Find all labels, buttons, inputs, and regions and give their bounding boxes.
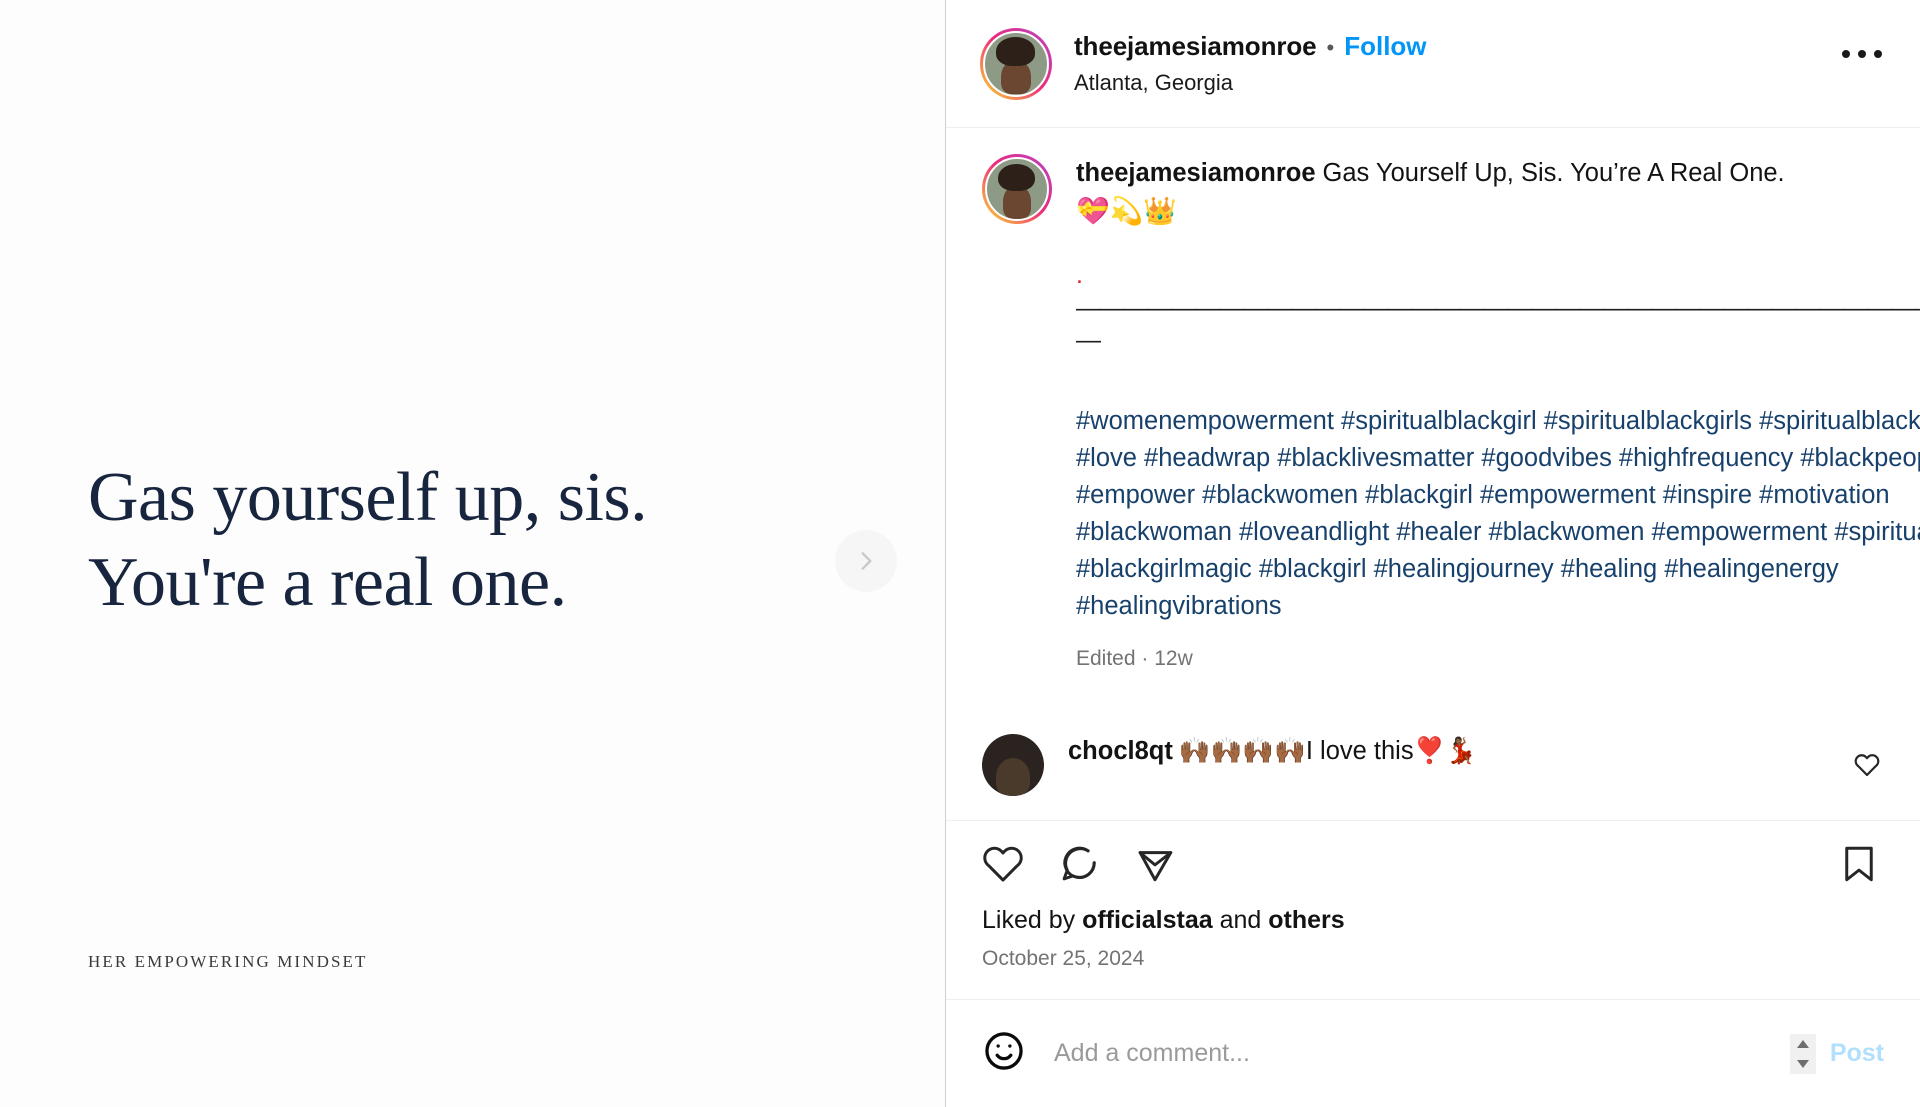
follow-button[interactable]: Follow [1344, 31, 1426, 62]
caption-row: theejamesiamonroe Gas Yourself Up, Sis. Y… [982, 154, 1920, 671]
comment-input[interactable] [1054, 1039, 1790, 1068]
divider-dash-tail: — [1076, 326, 1101, 355]
commenter-avatar[interactable] [982, 734, 1044, 796]
caption-author-avatar[interactable] [982, 154, 1052, 224]
header-text-block: theejamesiamonroe • Follow Atlanta, Geor… [1074, 31, 1427, 96]
caption-body: theejamesiamonroe Gas Yourself Up, Sis. Y… [1076, 154, 1920, 671]
liked-by-prefix: Liked by [982, 906, 1083, 934]
quote-line-1: Gas yourself up, sis. [88, 459, 648, 536]
comment-item: chocl8qt 🙌🏾🙌🏾🙌🏾🙌🏾I love this❣️💃🏾 [946, 706, 1920, 821]
more-options-button[interactable] [1842, 50, 1882, 58]
author-username[interactable]: theejamesiamonroe [1074, 31, 1317, 62]
ellipsis-icon-dot [1874, 50, 1882, 58]
quote-line-2: You're a real one. [88, 544, 567, 622]
liked-by-username[interactable]: officialstaa [1082, 906, 1213, 934]
post-actions-bar [946, 821, 1920, 900]
stepper-down-arrow[interactable] [1796, 1059, 1809, 1068]
like-button[interactable] [982, 843, 1024, 890]
caption-username[interactable]: theejamesiamonroe [1076, 159, 1316, 187]
caption-edited-meta: Edited · 12w [1076, 646, 1193, 670]
post-details-pane: theejamesiamonroe • Follow Atlanta, Geor… [946, 0, 1920, 1107]
instagram-post: Gas yourself up, sis. You're a real one.… [0, 0, 1920, 1107]
red-dot-marker: . [1076, 261, 1083, 290]
liked-by-middle: and [1212, 906, 1269, 934]
header-separator: • [1326, 35, 1335, 60]
post-location[interactable]: Atlanta, Georgia [1074, 70, 1427, 96]
share-button[interactable] [1134, 843, 1176, 890]
post-comment-button[interactable]: Post [1830, 1039, 1884, 1068]
heart-outline-icon [1854, 754, 1880, 782]
post-header: theejamesiamonroe • Follow Atlanta, Geor… [946, 0, 1920, 128]
comment-like-button[interactable] [1854, 752, 1880, 783]
avatar-image [985, 157, 1049, 221]
caption-hashtags[interactable]: #womenempowerment #spiritualblackgirl #s… [1076, 403, 1920, 625]
comment-text: chocl8qt 🙌🏾🙌🏾🙌🏾🙌🏾I love this❣️💃🏾 [1068, 734, 1884, 768]
liked-by-others[interactable]: others [1268, 906, 1344, 934]
stepper-up-arrow[interactable] [1796, 1039, 1809, 1048]
ellipsis-icon-dot [1842, 50, 1850, 58]
comment-button[interactable] [1058, 843, 1100, 890]
comment-message: 🙌🏾🙌🏾🙌🏾🙌🏾I love this❣️💃🏾 [1178, 737, 1478, 765]
caption-message: Gas Yourself Up, Sis. You’re A Real One. [1322, 159, 1785, 187]
caption-divider-dashes: .———————————————————————————————————————… [1076, 259, 1920, 357]
liked-by-text: Liked by officialstaa and others [982, 906, 1884, 935]
avatar-image [983, 30, 1049, 97]
caption-emojis: 💝💫👑 [1076, 196, 1177, 227]
divider-dash-run: ———————————————————————————————————————— [1076, 293, 1920, 322]
media-quote-graphic: Gas yourself up, sis. You're a real one. [88, 455, 878, 626]
commenter-username[interactable]: chocl8qt [1068, 737, 1173, 765]
chevron-right-icon [853, 548, 879, 574]
post-date: October 25, 2024 [982, 947, 1145, 970]
comment-composer: Post [946, 999, 1920, 1107]
next-slide-button[interactable] [835, 530, 897, 592]
engagement-block: Liked by officialstaa and others October… [946, 900, 1920, 971]
ellipsis-icon-dot [1858, 50, 1866, 58]
caption-text: theejamesiamonroe Gas Yourself Up, Sis. Y… [1076, 156, 1920, 191]
emoji-picker-button[interactable] [982, 1029, 1026, 1078]
media-brand-mark: HER EMPOWERING MINDSET [88, 952, 368, 971]
stepper-icon[interactable] [1789, 1033, 1816, 1074]
post-media-pane: Gas yourself up, sis. You're a real one.… [0, 0, 946, 1107]
caption-scroll-area[interactable]: theejamesiamonroe Gas Yourself Up, Sis. Y… [946, 128, 1920, 706]
save-button[interactable] [1838, 843, 1880, 890]
author-avatar[interactable] [980, 27, 1052, 100]
comment-body: chocl8qt 🙌🏾🙌🏾🙌🏾🙌🏾I love this❣️💃🏾 [1068, 734, 1884, 768]
